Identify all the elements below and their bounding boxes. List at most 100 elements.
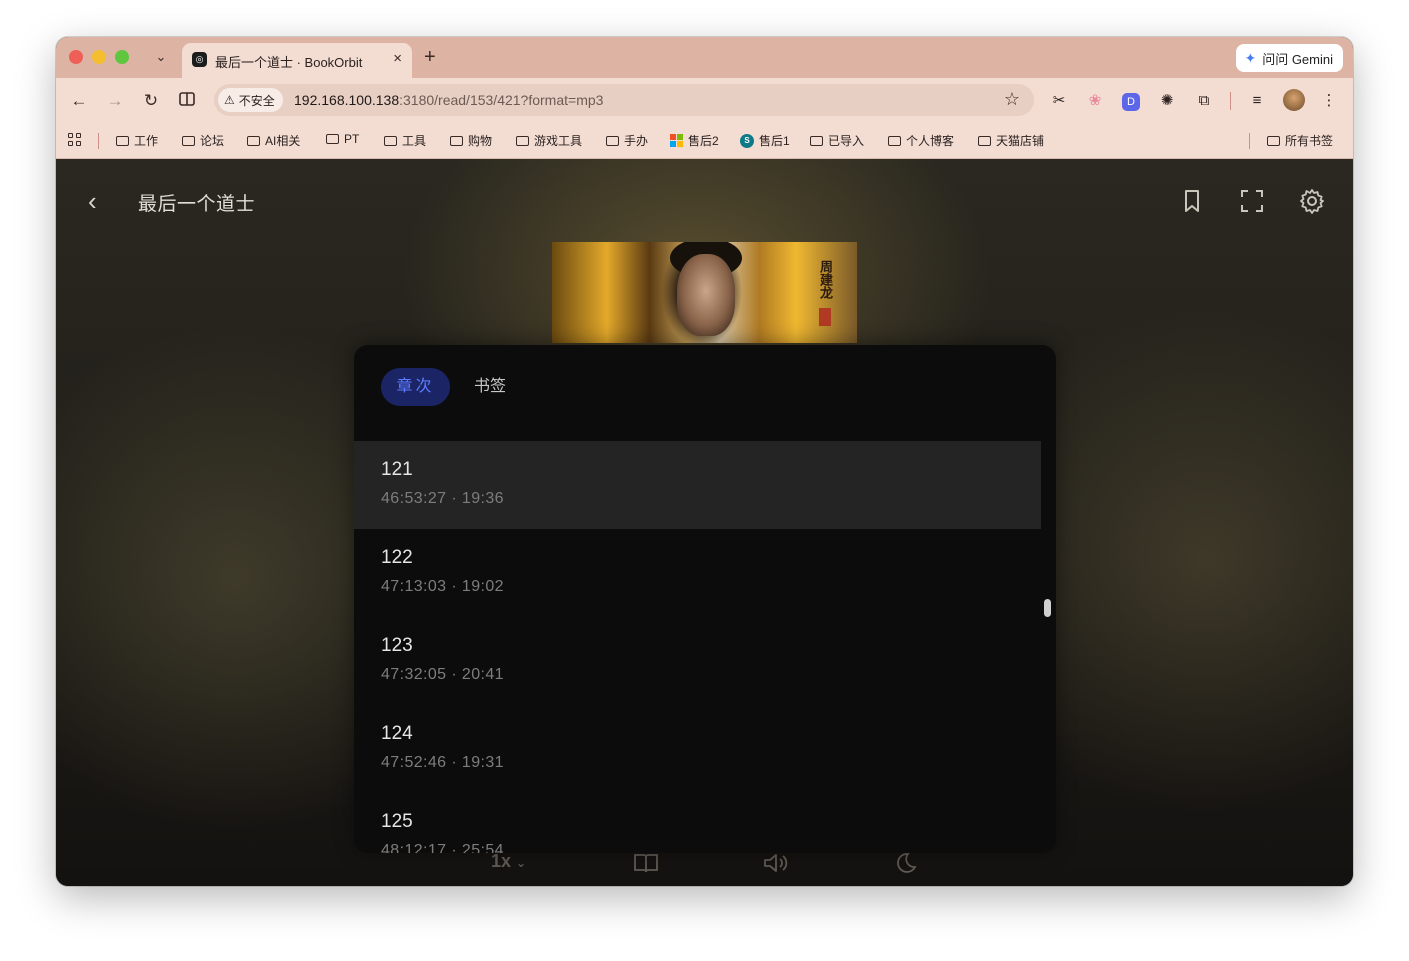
toolbar-divider xyxy=(1230,92,1231,110)
bookmark-label: 天猫店铺 xyxy=(996,134,1045,148)
bookmark-label: 游戏工具 xyxy=(534,134,583,148)
chapter-list-scrollbar[interactable] xyxy=(1044,599,1051,617)
bookmark-folder-shopping[interactable]: 购物 xyxy=(450,132,492,149)
bookmarks-bar: 工作 论坛 AI相关 PT 工具 购物 游戏工具 手办 售后2 S 售后1 已导入… xyxy=(56,124,1353,159)
bookmark-label: 论坛 xyxy=(200,134,225,148)
bookmark-star-icon[interactable]: ☆ xyxy=(1004,89,1020,110)
back-chevron-icon[interactable]: ‹ xyxy=(88,187,110,215)
all-bookmarks-folder[interactable]: 所有书签 xyxy=(1267,132,1333,149)
bookmark-folder-game-tools[interactable]: 游戏工具 xyxy=(516,132,582,149)
tab-title: 最后一个道士 · BookOrbit xyxy=(215,55,363,70)
chapter-item[interactable]: 122 47:13:03 · 19:02 xyxy=(354,529,1041,617)
chapter-time: 47:32:05 · 20:41 xyxy=(381,666,504,683)
bookmark-label: 工作 xyxy=(134,134,159,148)
security-chip[interactable]: ⚠ 不安全 xyxy=(218,88,283,112)
bookmark-label: AI相关 xyxy=(265,134,301,148)
volume-icon[interactable] xyxy=(762,851,790,880)
forward-arrow-icon[interactable]: → xyxy=(104,90,126,112)
chapter-item[interactable]: 124 47:52:46 · 19:31 xyxy=(354,705,1041,793)
bookmark-folder-tmall[interactable]: 天猫店铺 xyxy=(978,132,1044,149)
extension-pink-icon[interactable]: ❀ xyxy=(1084,90,1106,112)
bookmark-label: PT xyxy=(344,132,360,146)
folder-icon xyxy=(888,135,901,146)
chapter-item[interactable]: 125 48:12:17 · 25:54 xyxy=(354,793,1041,853)
chapter-list: 121 46:53:27 · 19:36 122 47:13:03 · 19:0… xyxy=(354,441,1041,853)
address-bar[interactable]: ⚠ 不安全 192.168.100.138:3180/read/153/421?… xyxy=(214,84,1034,116)
bookmark-label: 工具 xyxy=(402,134,427,148)
chapter-time: 48:12:17 · 25:54 xyxy=(381,842,504,853)
extension-scissors-icon[interactable]: ✂ xyxy=(1048,90,1070,112)
bookmark-folder-imported[interactable]: 已导入 xyxy=(810,132,864,149)
apps-grid-icon[interactable] xyxy=(68,133,82,147)
new-tab-button[interactable]: + xyxy=(424,46,436,68)
url-path: :3180/read/153/421?format=mp3 xyxy=(399,92,604,108)
minimize-window-button[interactable] xyxy=(92,50,106,64)
folder-icon xyxy=(247,135,260,146)
folder-icon xyxy=(516,135,529,146)
chevron-down-icon: ⌄ xyxy=(516,856,527,870)
bookmark-folder-work[interactable]: 工作 xyxy=(116,132,158,149)
browser-window: ⌄ ◎ 最后一个道士 · BookOrbit × + ✦ 问问 Gemini ←… xyxy=(56,37,1353,886)
split-view-icon[interactable] xyxy=(176,90,198,112)
folder-icon xyxy=(1267,135,1280,146)
fullscreen-icon[interactable] xyxy=(1238,187,1266,215)
bookmark-label: 售后2 xyxy=(688,134,719,148)
tab-strip: ⌄ ◎ 最后一个道士 · BookOrbit × + ✦ 问问 Gemini xyxy=(56,37,1353,78)
close-window-button[interactable] xyxy=(69,50,83,64)
chapter-time: 46:53:27 · 19:36 xyxy=(381,490,504,507)
sharepoint-logo-icon: S xyxy=(740,133,754,148)
bookmark-label: 所有书签 xyxy=(1285,134,1334,148)
extensions-puzzle-icon[interactable]: ⧉ xyxy=(1193,90,1215,112)
chapter-item-current[interactable]: 121 46:53:27 · 19:36 xyxy=(354,441,1041,529)
folder-icon xyxy=(116,135,129,146)
tab-search-chevron-icon[interactable]: ⌄ xyxy=(152,48,170,66)
open-book-icon[interactable] xyxy=(632,851,660,880)
browser-toolbar: ← → ↻ ⚠ 不安全 192.168.100.138:3180/read/15… xyxy=(56,78,1353,124)
tab-close-icon[interactable]: × xyxy=(393,50,402,68)
profile-avatar[interactable] xyxy=(1283,89,1305,111)
chapter-item[interactable]: 123 47:32:05 · 20:41 xyxy=(354,617,1041,705)
bookmark-label: 已导入 xyxy=(828,134,865,148)
folder-icon xyxy=(978,135,991,146)
bookorbit-favicon-icon: ◎ xyxy=(192,52,207,67)
folder-icon xyxy=(606,135,619,146)
more-menu-icon[interactable]: ⋮ xyxy=(1318,90,1340,112)
chapter-time: 47:52:46 · 19:31 xyxy=(381,754,504,771)
extension-blue-icon[interactable]: D xyxy=(1120,90,1142,112)
playback-speed-button[interactable]: 1x ⌄ xyxy=(491,851,526,872)
reload-icon[interactable]: ↻ xyxy=(140,90,162,112)
tab-chapters[interactable]: 章次 xyxy=(381,368,450,406)
microsoft-logo-icon xyxy=(670,134,683,147)
bookmark-folder-blog[interactable]: 个人博客 xyxy=(888,132,954,149)
bookmark-folder-pt[interactable]: PT xyxy=(326,132,359,146)
chapter-number: 122 xyxy=(381,547,413,568)
bookmark-aftersales-1[interactable]: S 售后1 xyxy=(740,132,790,149)
bookmark-label: 个人博客 xyxy=(906,134,955,148)
back-arrow-icon[interactable]: ← xyxy=(68,90,90,112)
settings-gear-icon[interactable] xyxy=(1298,187,1326,215)
bookmark-folder-tools[interactable]: 工具 xyxy=(384,132,426,149)
zoom-window-button[interactable] xyxy=(115,50,129,64)
tab-bookmarks[interactable]: 书签 xyxy=(474,368,506,406)
url-text[interactable]: 192.168.100.138:3180/read/153/421?format… xyxy=(294,92,603,108)
cover-author-text: 周建龙 xyxy=(818,260,833,299)
ask-gemini-button[interactable]: ✦ 问问 Gemini xyxy=(1236,44,1343,72)
chapter-number: 123 xyxy=(381,635,413,656)
media-control-icon[interactable]: ≡ xyxy=(1246,90,1268,112)
chapter-number: 125 xyxy=(381,811,413,832)
folder-icon xyxy=(810,135,823,146)
bookmarks-divider xyxy=(1249,133,1250,149)
sleep-timer-moon-icon[interactable] xyxy=(892,851,918,880)
folder-icon xyxy=(182,135,195,146)
bookmark-folder-ai[interactable]: AI相关 xyxy=(247,132,300,149)
bookmark-aftersales-2[interactable]: 售后2 xyxy=(670,132,719,149)
openai-icon[interactable]: ✺ xyxy=(1156,90,1178,112)
bookmark-icon[interactable] xyxy=(1178,187,1206,215)
bookmark-folder-forum[interactable]: 论坛 xyxy=(182,132,224,149)
bookmark-folder-figures[interactable]: 手办 xyxy=(606,132,648,149)
folder-icon xyxy=(384,135,397,146)
tab-bookorbit[interactable]: ◎ 最后一个道士 · BookOrbit × xyxy=(182,43,412,78)
folder-icon xyxy=(326,134,339,144)
book-title: 最后一个道士 xyxy=(138,194,256,215)
cover-seal xyxy=(819,308,831,326)
